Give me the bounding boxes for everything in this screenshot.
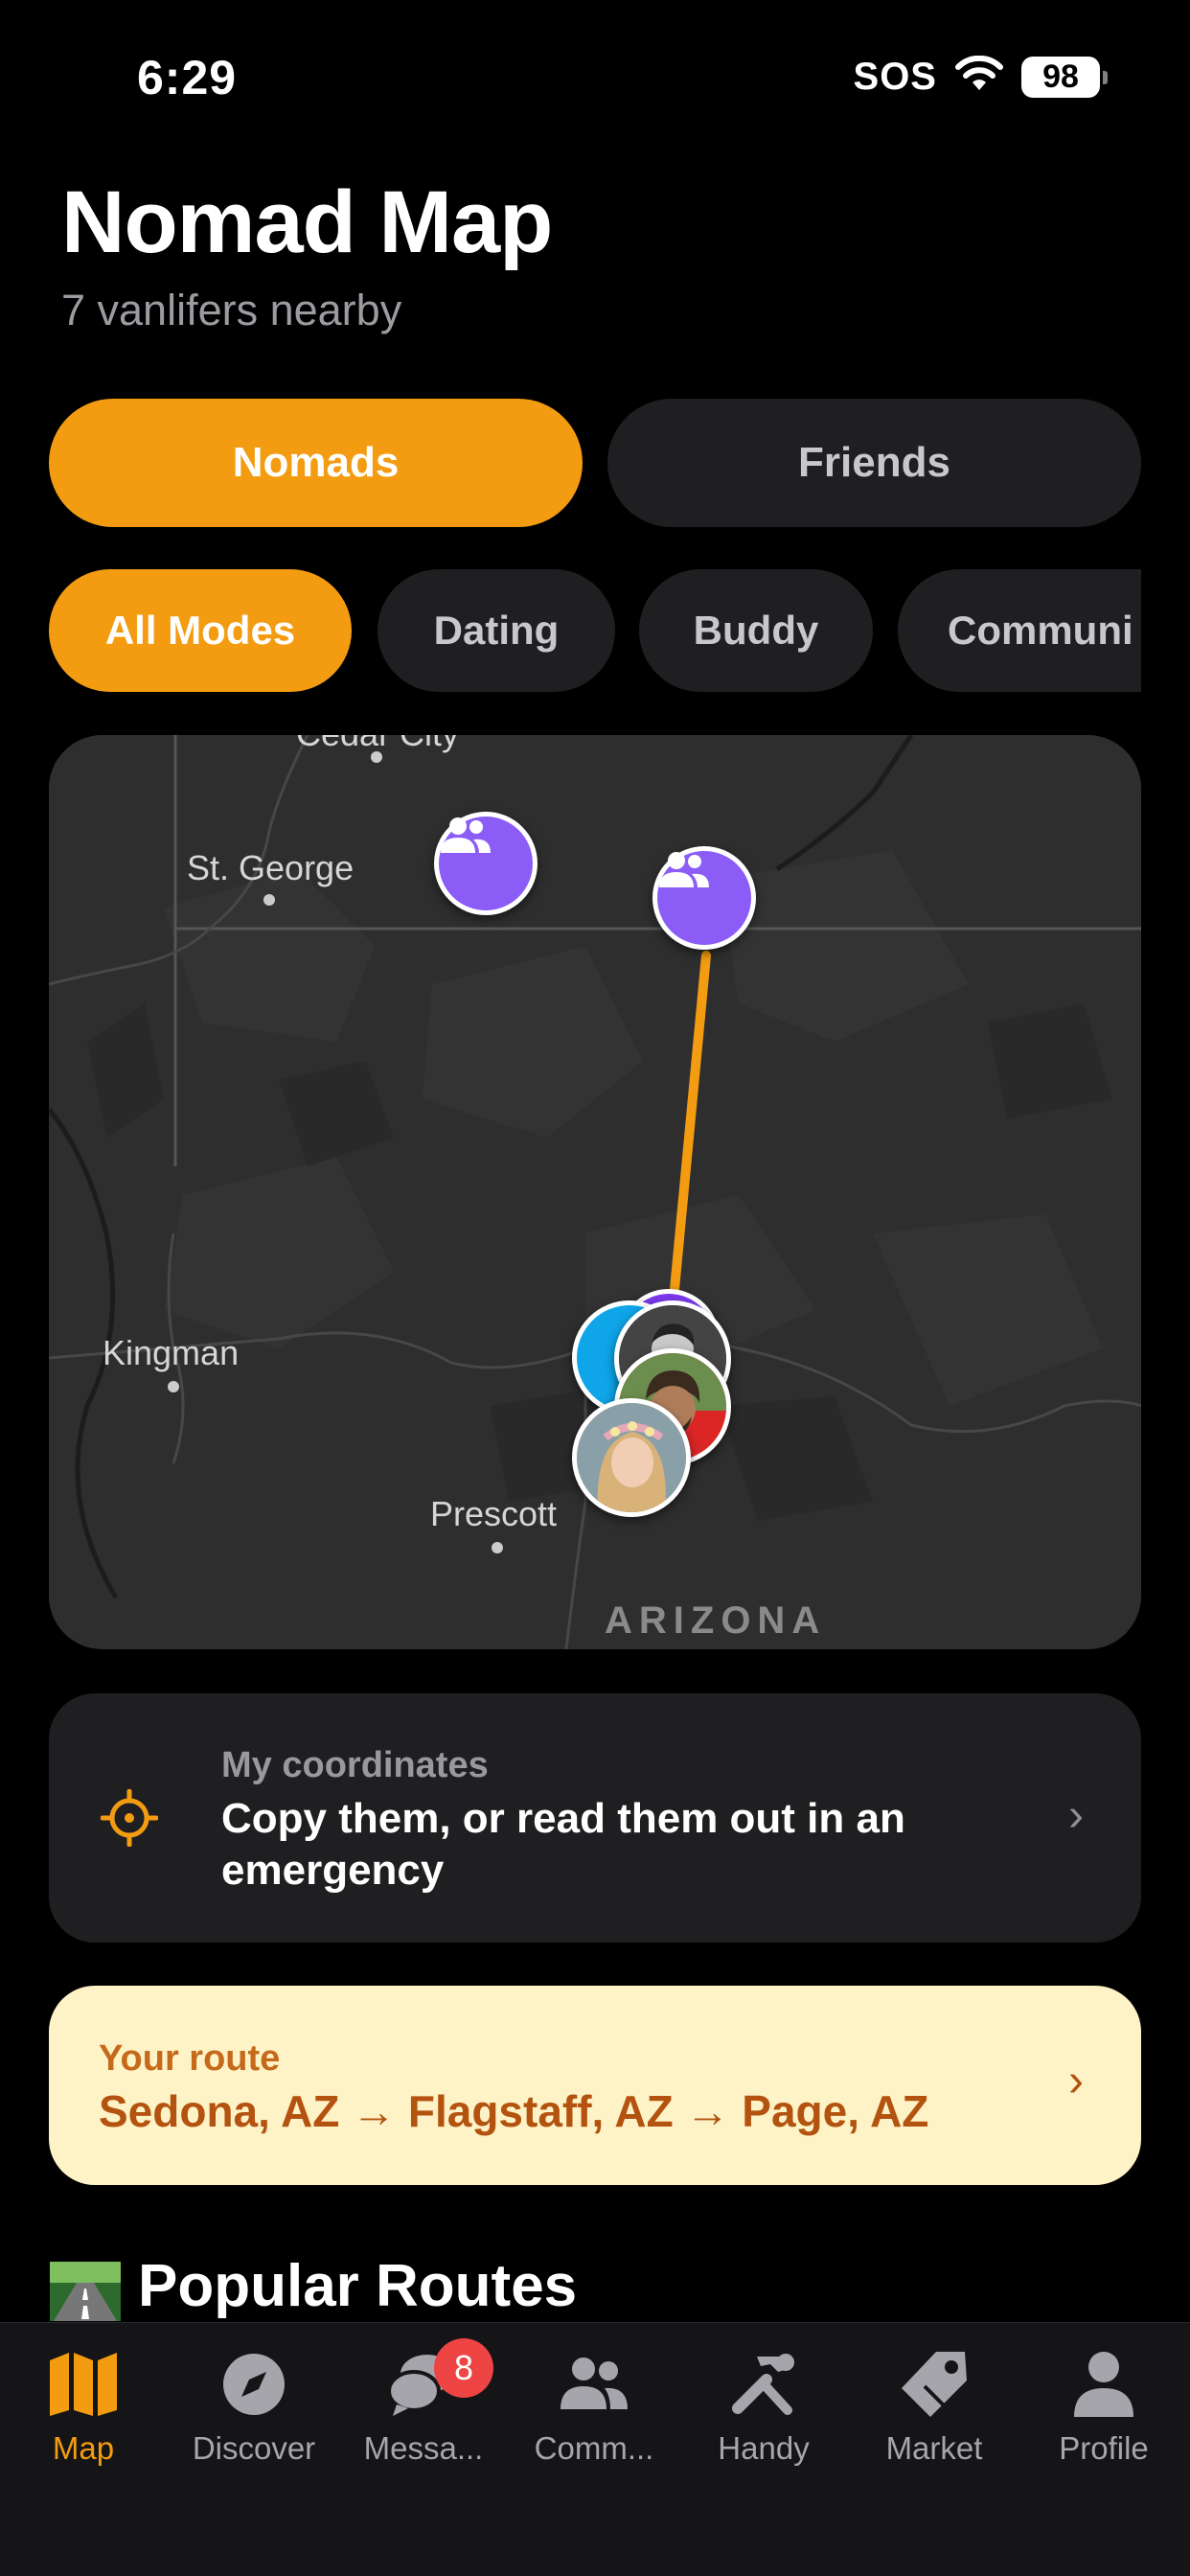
status-time: 6:29 — [137, 51, 238, 104]
coordinates-description: Copy them, or read them out in an emerge… — [221, 1795, 905, 1894]
popular-routes-heading: Popular Routes — [138, 2253, 578, 2319]
group-pin[interactable] — [652, 846, 756, 950]
wifi-icon — [954, 55, 1004, 99]
nearby-count: 7 vanlifers nearby — [61, 286, 402, 334]
tab-label: Comm... — [534, 2430, 654, 2466]
chip-all-modes[interactable]: All Modes — [49, 569, 352, 692]
person-icon — [1022, 2344, 1185, 2425]
tag-icon — [853, 2344, 1016, 2425]
tab-handy[interactable]: Handy — [682, 2344, 845, 2467]
coordinates-kicker: My coordinates — [221, 1745, 489, 1785]
chevron-right-icon: › — [1068, 1790, 1084, 1841]
tab-market[interactable]: Market — [853, 2344, 1016, 2467]
segment-friends[interactable]: Friends — [607, 399, 1141, 527]
tab-map[interactable]: Map — [2, 2344, 165, 2467]
unread-badge: 8 — [434, 2338, 493, 2398]
map-label-kingman: Kingman — [103, 1333, 240, 1372]
map-label-cedar-city: Cedar City — [296, 735, 459, 754]
coordinates-card[interactable]: My coordinates Copy them, or read them o… — [49, 1693, 1141, 1943]
tab-label: Map — [52, 2430, 115, 2466]
nomad-map[interactable]: Cedar City St. George Kingman Prescott A… — [49, 735, 1141, 1649]
page-title: Nomad Map — [61, 173, 553, 271]
your-route-card[interactable]: Your route Sedona, AZ → Flagstaff, AZ → … — [49, 1986, 1141, 2185]
route-kicker: Your route — [99, 2038, 281, 2079]
tab-bar: Map Discover 8 Messa... Comm... Handy Ma… — [0, 2322, 1190, 2576]
people-icon — [513, 2344, 675, 2425]
avatar-photo — [577, 1403, 686, 1512]
tab-label: Market — [885, 2430, 983, 2466]
map-label-arizona: ARIZONA — [605, 1599, 827, 1642]
tab-label: Discover — [192, 2430, 316, 2466]
tab-label: Profile — [1059, 2430, 1149, 2466]
tab-community[interactable]: Comm... — [513, 2344, 675, 2467]
map-icon — [2, 2344, 165, 2425]
tab-profile[interactable]: Profile — [1022, 2344, 1185, 2467]
status-indicators: SOS 98 — [853, 55, 1108, 99]
battery-cap — [1103, 70, 1108, 84]
route-stops: Sedona, AZ → Flagstaff, AZ → Page, AZ — [99, 2086, 929, 2136]
battery-indicator: 98 — [1021, 57, 1108, 98]
chevron-right-icon: › — [1068, 2056, 1084, 2106]
battery-level: 98 — [1021, 57, 1100, 98]
mode-chips[interactable]: All Modes Dating Buddy Communi — [49, 569, 1141, 694]
sos-indicator: SOS — [853, 56, 937, 98]
compass-icon — [172, 2344, 335, 2425]
segment-nomads[interactable]: Nomads — [49, 399, 583, 527]
tab-label: Handy — [718, 2430, 810, 2466]
tab-messages[interactable]: 8 Messa... — [342, 2338, 505, 2467]
chip-community[interactable]: Communi — [898, 569, 1141, 692]
group-icon — [441, 817, 491, 853]
map-label-st-george: St. George — [187, 848, 355, 887]
group-pin[interactable] — [434, 812, 538, 915]
road-emoji-icon — [50, 2262, 121, 2321]
chip-dating[interactable]: Dating — [378, 569, 615, 692]
chip-buddy[interactable]: Buddy — [639, 569, 873, 692]
crosshair-icon — [100, 1788, 159, 1852]
tab-label: Messa... — [363, 2430, 484, 2466]
tab-discover[interactable]: Discover — [172, 2344, 335, 2467]
tools-icon — [682, 2344, 845, 2425]
user-avatar[interactable] — [572, 1398, 691, 1517]
map-label-prescott: Prescott — [430, 1494, 558, 1533]
group-icon — [659, 852, 709, 887]
